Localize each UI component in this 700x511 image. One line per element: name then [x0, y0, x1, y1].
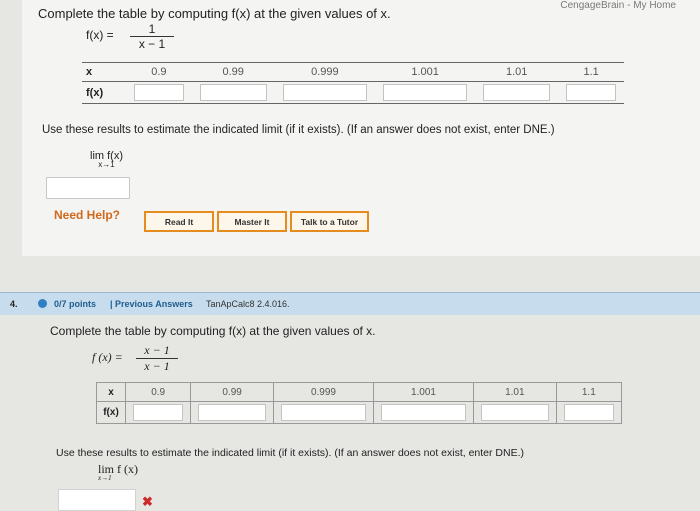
q4-x-row: x 0.9 0.99 0.999 1.001 1.01 1.1 [96, 382, 623, 402]
q4-limit-answer-input[interactable] [58, 489, 136, 511]
q3-fx-input[interactable] [483, 84, 551, 101]
q3-x-header: x [82, 62, 126, 82]
q4-points: 0/7 points [54, 299, 97, 309]
q3-title: Complete the table by computing f(x) at … [38, 6, 391, 21]
q3-fx-cell [274, 81, 375, 104]
q4-x-value: 0.99 [190, 382, 274, 402]
q3-fx-cell [475, 81, 559, 104]
master-it-button[interactable]: Master It [217, 211, 287, 232]
q4-fx-input[interactable] [133, 404, 184, 421]
q4-x-value: 0.9 [124, 382, 192, 402]
q4-fx-input[interactable] [280, 404, 366, 421]
q3-fx-cell [374, 81, 476, 104]
q4-eq-denominator: x − 1 [144, 359, 170, 373]
expand-circle-icon[interactable] [38, 299, 47, 308]
q3-fx-cell [191, 81, 275, 104]
q3-x-value: 0.9 [126, 62, 192, 82]
q3-limit-answer-input[interactable] [46, 177, 130, 199]
q4-eq-fraction: x − 1 x − 1 [136, 343, 178, 374]
q3-eq-fraction: 1 x − 1 [130, 22, 174, 51]
q4-x-value: 0.999 [272, 382, 374, 402]
q4-fx-cell [190, 401, 274, 424]
q3-fx-input[interactable] [566, 84, 616, 101]
talk-to-tutor-button[interactable]: Talk to a Tutor [290, 211, 369, 232]
q3-fx-input[interactable] [382, 84, 468, 101]
q3-fx-row: f(x) [82, 81, 624, 104]
q4-x-header: x [96, 382, 126, 402]
q4-fx-header: f(x) [96, 401, 126, 424]
q3-x-row: x 0.9 0.99 0.999 1.001 1.01 1.1 [82, 62, 624, 82]
cengage-home-link[interactable]: CengageBrain - My Home [560, 0, 676, 11]
question-4-header-bar: 4. 0/7 points | Previous Answers TanApCa… [0, 292, 700, 315]
q4-instruction: Use these results to estimate the indica… [56, 447, 525, 459]
q3-fx-cell [558, 81, 624, 104]
read-it-button[interactable]: Read It [144, 211, 214, 232]
q4-fx-cell [124, 401, 192, 424]
q3-x-value: 0.99 [191, 62, 275, 82]
q4-fx-cell [272, 401, 374, 424]
q3-fx-input[interactable] [134, 84, 184, 101]
q4-fx-input[interactable] [198, 404, 266, 421]
q3-eq-numerator: 1 [148, 22, 156, 36]
q3-fx-cell [126, 81, 192, 104]
q3-x-value: 1.1 [558, 62, 624, 82]
incorrect-x-icon: ✖ [142, 494, 153, 509]
q4-fx-input[interactable] [563, 404, 614, 421]
q4-x-value: 1.01 [473, 382, 557, 402]
q3-fx-input[interactable] [199, 84, 267, 101]
q3-x-value: 1.01 [475, 62, 559, 82]
q4-limit-expression: lim f (x) x→1 [98, 462, 138, 482]
q4-title: Complete the table by computing f(x) at … [50, 324, 376, 338]
q4-fx-input[interactable] [481, 404, 549, 421]
q4-number: 4. [10, 299, 18, 309]
q3-fx-input[interactable] [282, 84, 367, 101]
q3-instruction: Use these results to estimate the indica… [42, 124, 555, 136]
q3-eq-lhs: f(x) = [86, 28, 114, 42]
q3-x-value: 1.001 [374, 62, 476, 82]
q4-x-value: 1.001 [372, 382, 475, 402]
need-help-label: Need Help? [54, 208, 121, 222]
q4-fx-cell [473, 401, 557, 424]
q3-x-value: 0.999 [274, 62, 375, 82]
q4-eq-numerator: x − 1 [144, 343, 170, 357]
q4-fx-input[interactable] [380, 404, 466, 421]
q4-eq-lhs: f (x) = [92, 350, 123, 364]
q4-problem-code: TanApCalc8 2.4.016. [206, 299, 290, 309]
q3-limit-expression: lim f(x) x→1 [90, 150, 123, 169]
previous-answers-link[interactable]: | Previous Answers [110, 299, 193, 309]
q4-fx-row: f(x) [96, 401, 623, 424]
q4-x-value: 1.1 [555, 382, 623, 402]
q3-value-table: x 0.9 0.99 0.999 1.001 1.01 1.1 f(x) [82, 62, 624, 104]
q4-fx-cell [372, 401, 475, 424]
q4-value-table: x 0.9 0.99 0.999 1.001 1.01 1.1 f(x) [96, 382, 623, 424]
q3-eq-denominator: x − 1 [138, 37, 166, 51]
q4-fx-cell [555, 401, 623, 424]
q3-fx-header: f(x) [82, 81, 126, 104]
